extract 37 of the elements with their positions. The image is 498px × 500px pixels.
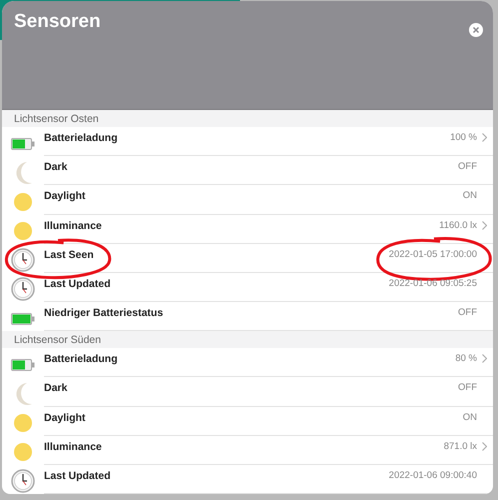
section-header: Lichtsensor Süden <box>2 331 493 348</box>
battery-icon <box>11 312 35 325</box>
clock-icon <box>11 277 35 302</box>
sensor-name: Last Updated <box>44 278 111 290</box>
battery-icon <box>11 358 35 371</box>
sensor-value: 1160.0 lx <box>439 220 477 231</box>
sensor-name: Last Seen <box>44 248 94 261</box>
sensor-value: 2022-01-05 17:00:00 <box>388 248 477 260</box>
sensor-name: Daylight <box>44 190 86 202</box>
sun-icon <box>14 414 32 432</box>
sensor-name: Batterieladung <box>44 353 118 366</box>
sensor-value: 871.0 lx <box>444 440 477 452</box>
sensor-name: Niedriger Batteriestatus <box>44 307 164 320</box>
sensor-name: Dark <box>44 382 68 394</box>
sensor-value: 80 % <box>455 353 477 364</box>
dialog-title: Sensoren <box>14 11 101 33</box>
sensor-value: OFF <box>458 382 477 394</box>
sensor-value: ON <box>462 412 477 423</box>
sensor-value: OFF <box>458 161 477 172</box>
sensor-name: Batterieladung <box>44 132 118 144</box>
close-button[interactable] <box>469 23 483 37</box>
sensor-name: Last Updated <box>44 470 111 482</box>
sensor-value: ON <box>462 190 477 202</box>
sensor-value: OFF <box>458 307 477 318</box>
sensor-name: Illuminance <box>44 440 102 453</box>
sun-icon <box>14 222 32 240</box>
sensor-value: 100 % <box>450 132 477 143</box>
battery-icon <box>11 138 35 150</box>
sensor-name: Dark <box>44 161 68 174</box>
sun-icon <box>14 192 32 211</box>
section-header: Lichtsensor Osten <box>2 110 493 127</box>
sensor-name: Illuminance <box>44 220 102 232</box>
sensor-value: 2022-01-06 09:00:40 <box>388 470 477 481</box>
sun-icon <box>14 443 32 462</box>
sensor-name: Daylight <box>44 412 86 424</box>
clock-icon <box>11 248 35 272</box>
sensor-value: 2022-01-06 09:05:25 <box>388 278 477 289</box>
